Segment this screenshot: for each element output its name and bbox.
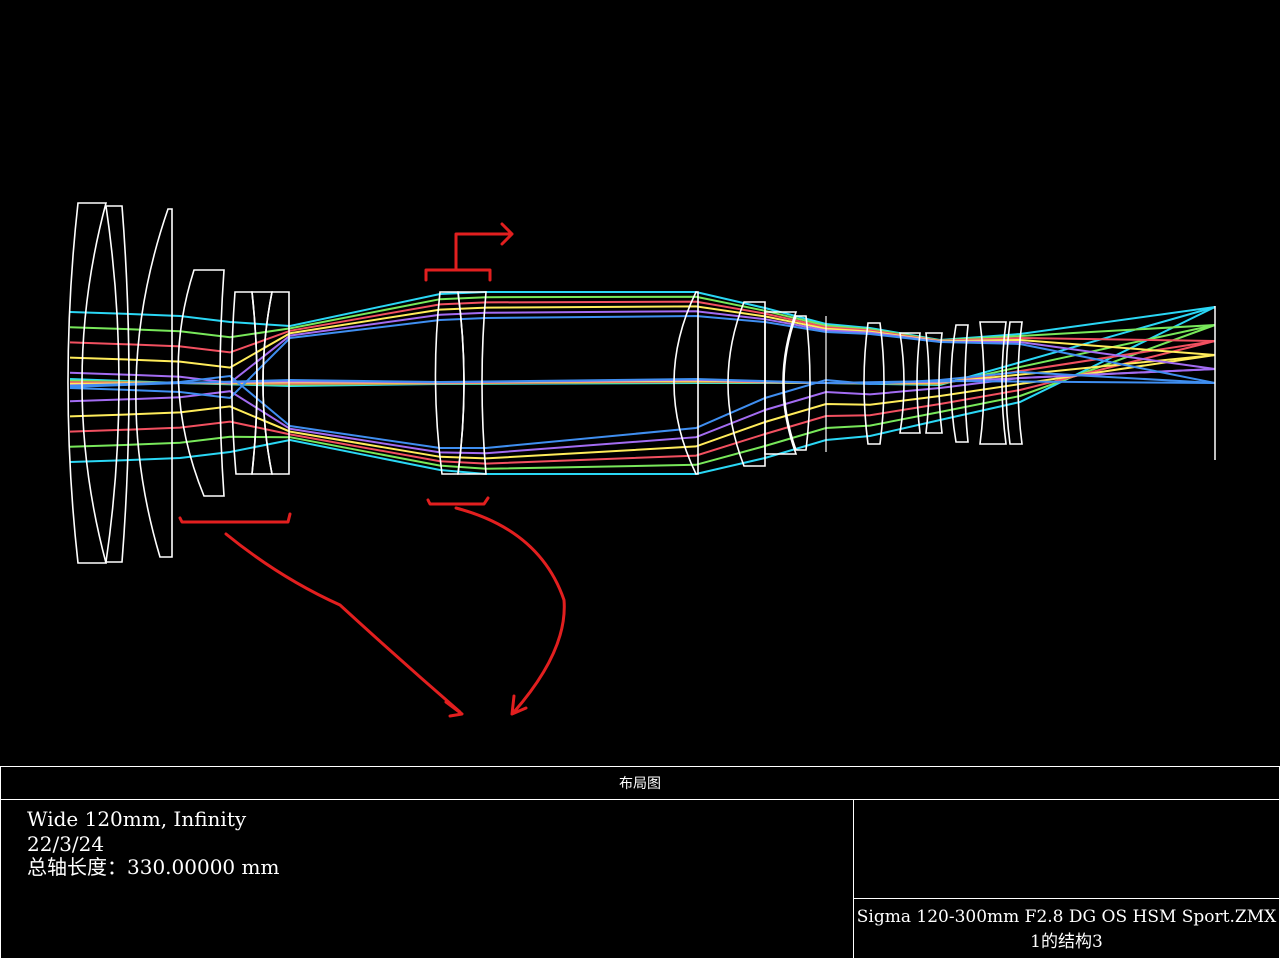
date-label: 22/3/24	[27, 832, 105, 856]
ray-2-marginal-lower	[69, 324, 1216, 470]
file-cell: Sigma 120-300mm F2.8 DG OS HSM Sport.ZMX…	[854, 899, 1279, 958]
bracket-bottom-left	[178, 512, 292, 524]
ray-4-marginal-lower	[69, 354, 1216, 460]
configuration-label: Wide 120mm, Infinity	[27, 807, 247, 831]
move-arrow-top	[454, 222, 514, 272]
configuration-number: 1的结构3	[1030, 932, 1103, 952]
lens-layout-diagram	[67, 202, 1216, 718]
total-length-label: 总轴长度：330.00000 mm	[27, 855, 280, 879]
ray-3-marginal-lower	[69, 340, 1216, 465]
ray-2-marginal-upper	[69, 295, 1216, 342]
ray-fans	[69, 291, 1216, 475]
empty-cell	[854, 800, 1279, 899]
curved-arrow-left	[224, 532, 464, 718]
bracket-top	[424, 268, 492, 282]
bracket-bottom-mid	[426, 496, 490, 506]
curved-arrow-right	[454, 506, 566, 716]
title-block: 布局图 Wide 120mm, Infinity 22/3/24 总轴长度：33…	[0, 766, 1280, 959]
layout-caption: 布局图	[1, 767, 1279, 800]
info-cell: Wide 120mm, Infinity 22/3/24 总轴长度：330.00…	[1, 800, 854, 958]
file-name: Sigma 120-300mm F2.8 DG OS HSM Sport.ZMX	[856, 907, 1277, 927]
